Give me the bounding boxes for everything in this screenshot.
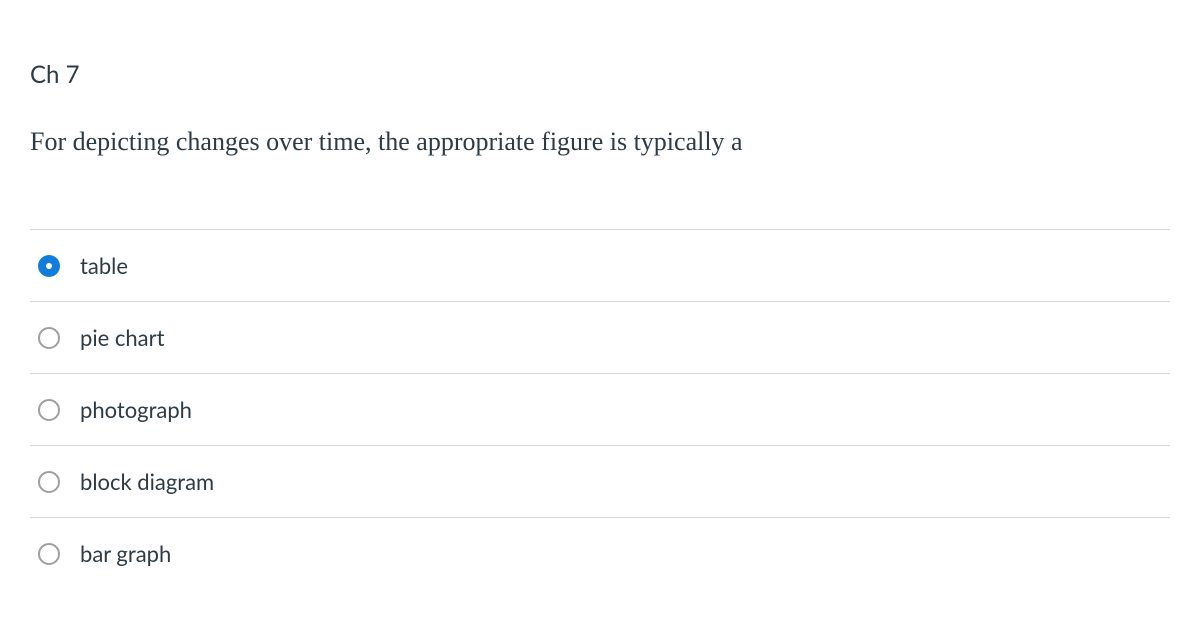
- option-row[interactable]: table: [30, 230, 1170, 302]
- option-label: pie chart: [80, 324, 164, 351]
- question-text: For depicting changes over time, the app…: [30, 127, 1170, 157]
- radio-icon[interactable]: [38, 327, 60, 349]
- option-row[interactable]: photograph: [30, 374, 1170, 446]
- option-row[interactable]: bar graph: [30, 518, 1170, 589]
- chapter-label: Ch 7: [30, 60, 1170, 89]
- radio-icon[interactable]: [38, 471, 60, 493]
- options-list: table pie chart photograph block diagram…: [30, 229, 1170, 589]
- option-label: bar graph: [80, 540, 171, 567]
- radio-icon[interactable]: [38, 399, 60, 421]
- option-row[interactable]: pie chart: [30, 302, 1170, 374]
- option-label: table: [80, 252, 128, 279]
- option-row[interactable]: block diagram: [30, 446, 1170, 518]
- radio-selected-icon[interactable]: [38, 255, 60, 277]
- option-label: block diagram: [80, 468, 214, 495]
- radio-icon[interactable]: [38, 543, 60, 565]
- option-label: photograph: [80, 396, 192, 423]
